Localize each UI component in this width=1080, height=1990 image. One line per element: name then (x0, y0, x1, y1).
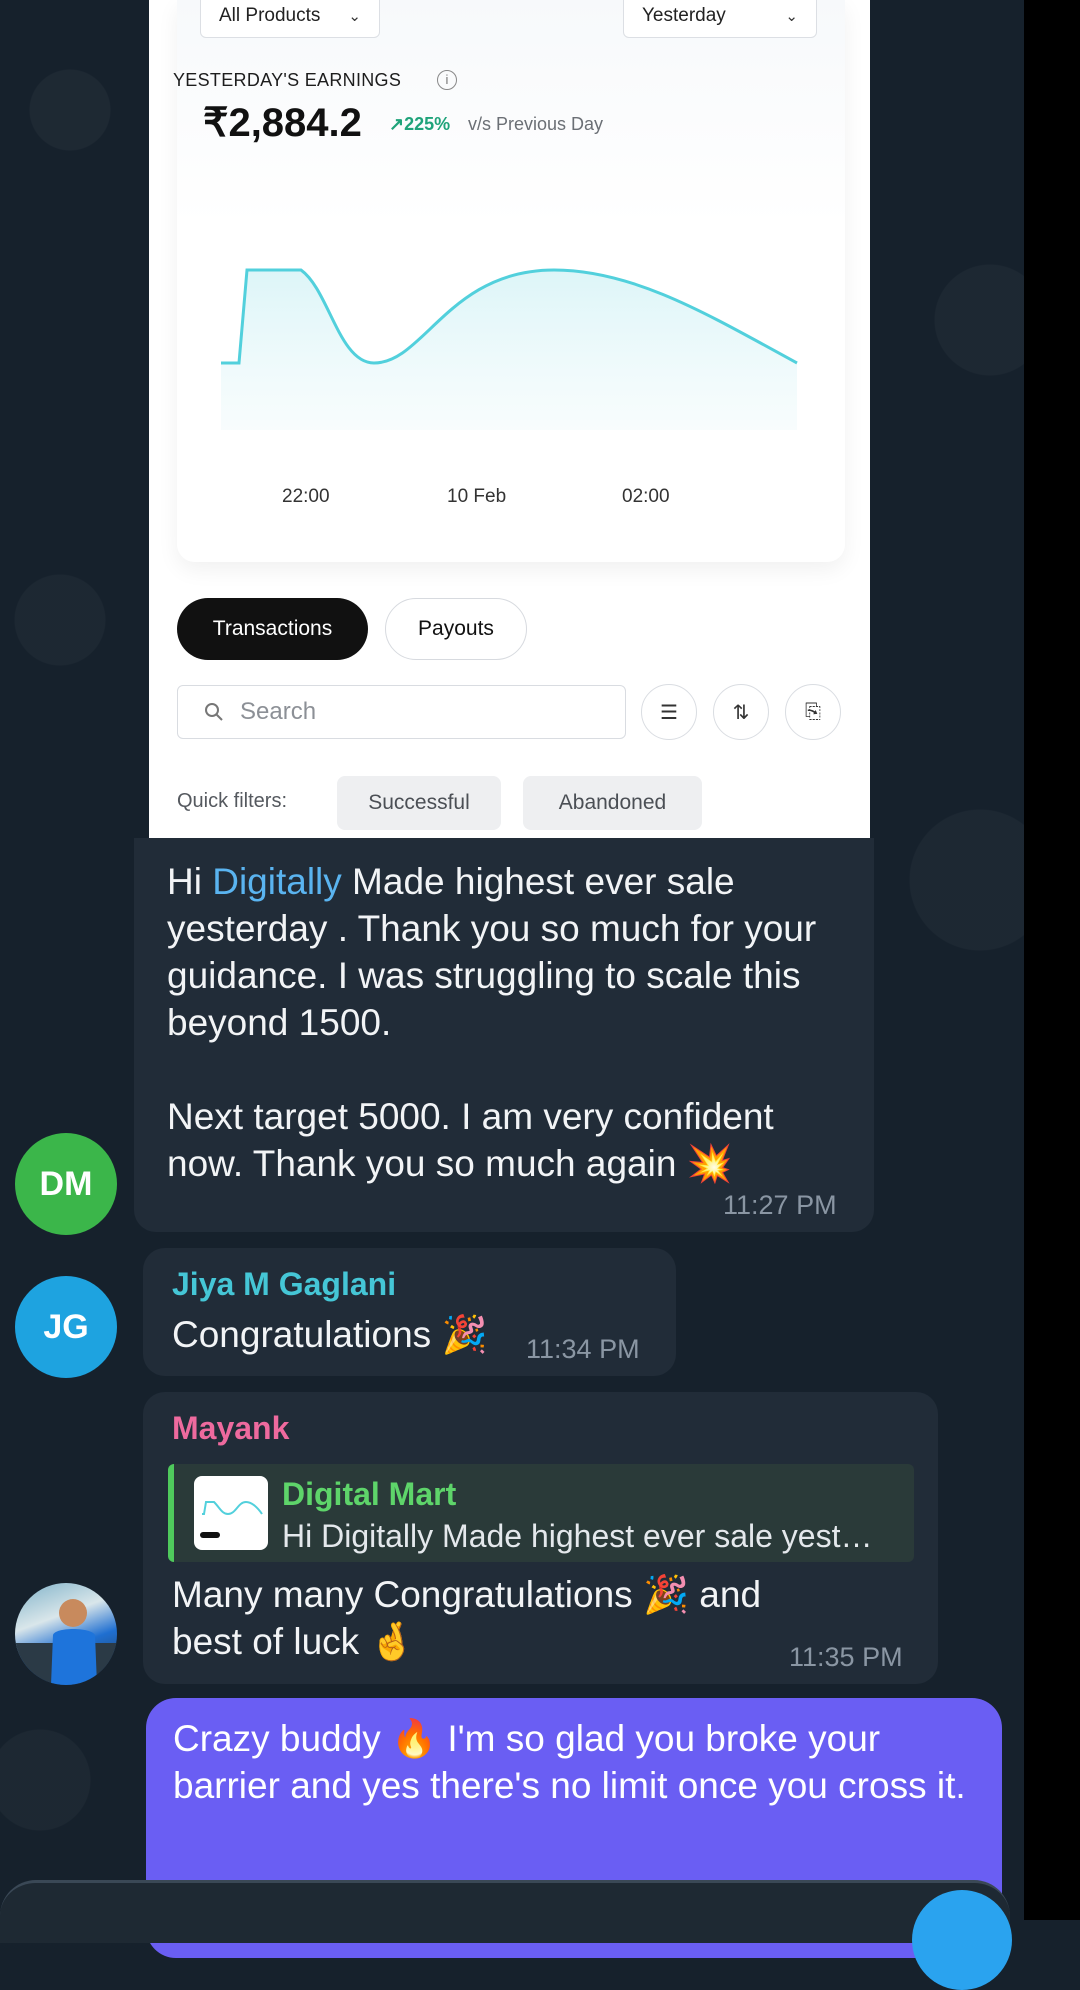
avatar[interactable] (15, 1583, 117, 1685)
tab-transactions: Transactions (177, 598, 368, 660)
message-text: Many many Congratulations 🎉 and best of … (172, 1574, 762, 1662)
reply-preview[interactable]: Digital Mart Hi Digitally Made highest e… (168, 1464, 914, 1562)
search-icon (205, 703, 223, 721)
tab-payouts: Payouts (385, 598, 527, 660)
x-tick-label: 22:00 (282, 486, 330, 507)
earnings-label: YESTERDAY'S EARNINGS (173, 70, 402, 90)
x-tick-label: 02:00 (622, 486, 670, 507)
earnings-value: ₹2,884.2 (203, 101, 362, 145)
reply-sender-name: Digital Mart (282, 1476, 457, 1512)
quick-filter-abandoned: Abandoned (523, 776, 702, 830)
quick-filters-label: Quick filters: (177, 790, 288, 812)
sender-name[interactable]: Jiya M Gaglani (172, 1266, 396, 1303)
message-time: 11:27 PM (723, 1190, 837, 1220)
message-text: Hi Digitally Made highest ever sale yest… (167, 858, 857, 1187)
comparison-label: v/s Previous Day (468, 114, 604, 134)
search-placeholder: Search (240, 698, 317, 725)
period-filter-label: Yesterday (642, 5, 726, 26)
message-time: 11:35 PM (789, 1642, 903, 1672)
sender-name[interactable]: Mayank (172, 1410, 289, 1447)
avatar[interactable]: DM (15, 1133, 117, 1235)
quick-filter-successful: Successful (337, 776, 501, 830)
chevron-down-icon: ⌄ (348, 8, 361, 25)
earnings-line-chart (221, 268, 798, 430)
edge-strip (1024, 0, 1080, 1920)
reply-thumbnail (194, 1476, 268, 1550)
send-icon[interactable] (912, 1890, 1012, 1990)
info-icon: i (437, 70, 457, 90)
avatar[interactable]: JG (15, 1276, 117, 1378)
thumbnail-chart-icon (200, 1500, 263, 1538)
export-icon: ⎘ (785, 684, 841, 740)
x-tick-label: 10 Feb (447, 486, 507, 507)
search-input: Search (177, 685, 626, 739)
mention-link[interactable]: Digitally (212, 861, 342, 902)
period-filter-select: Yesterday ⌄ (623, 0, 817, 38)
earnings-area (221, 270, 797, 430)
sort-icon: ⇅ (713, 684, 769, 740)
chevron-down-icon: ⌄ (785, 8, 798, 25)
message-text: Crazy buddy 🔥 I'm so glad you broke your… (173, 1718, 966, 1806)
growth-percent: ↗225% (389, 114, 451, 134)
avatar-photo-icon (15, 1599, 117, 1685)
message-input-bar[interactable] (0, 1880, 1010, 1943)
filter-settings-icon: ☰ (641, 684, 697, 740)
avatar-initials: DM (39, 1164, 93, 1203)
message-text: Congratulations 🎉 (172, 1314, 488, 1355)
message-time: 11:34 PM (526, 1334, 640, 1364)
product-filter-select: All Products ⌄ (200, 0, 380, 38)
reply-text: Hi Digitally Made highest ever sale yest… (282, 1518, 873, 1554)
message-text-prefix: Hi (167, 861, 213, 902)
avatar-initials: JG (43, 1307, 89, 1346)
message-text-body-2: Next target 5000. I am very confident no… (167, 1096, 774, 1184)
product-filter-label: All Products (219, 5, 321, 26)
